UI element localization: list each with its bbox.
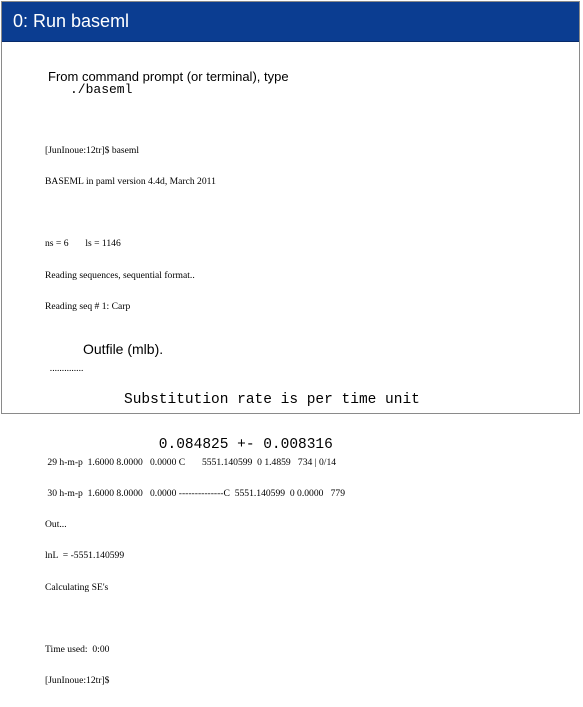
terminal-line: Calculating SE's (45, 581, 109, 593)
terminal-line: [JunInoue:12tr]$ (45, 675, 110, 687)
result-block: Substitution rate is per time unit 0.084… (124, 363, 420, 483)
command-text: ./baseml (70, 82, 133, 97)
result-line: Substitution rate is per time unit (124, 392, 420, 408)
terminal-line: Reading seq # 1: Carp (45, 300, 131, 312)
terminal-line: 30 h-m-p 1.6000 8.0000 0.0000 ----------… (45, 488, 346, 500)
slide-frame: 0: Run baseml From command prompt (or te… (1, 1, 580, 686)
terminal-line: [JunInoue:12tr]$ baseml (45, 144, 140, 156)
slide-title: 0: Run baseml (13, 11, 130, 31)
terminal-line: lnL = -5551.140599 (45, 550, 125, 562)
outfile-label: Outfile (mlb). (83, 341, 164, 357)
terminal-line: Reading sequences, sequential format.. (45, 269, 195, 281)
title-bar: 0: Run baseml (2, 2, 579, 42)
terminal-line: ns = 6 ls = 1146 (45, 238, 121, 250)
result-line: 0.084825 +- 0.008316 (124, 437, 333, 453)
terminal-line: Out... (45, 519, 67, 531)
terminal-line: Time used: 0:00 (45, 644, 110, 656)
terminal-line: BASEML in paml version 4.4d, March 2011 (45, 176, 216, 188)
